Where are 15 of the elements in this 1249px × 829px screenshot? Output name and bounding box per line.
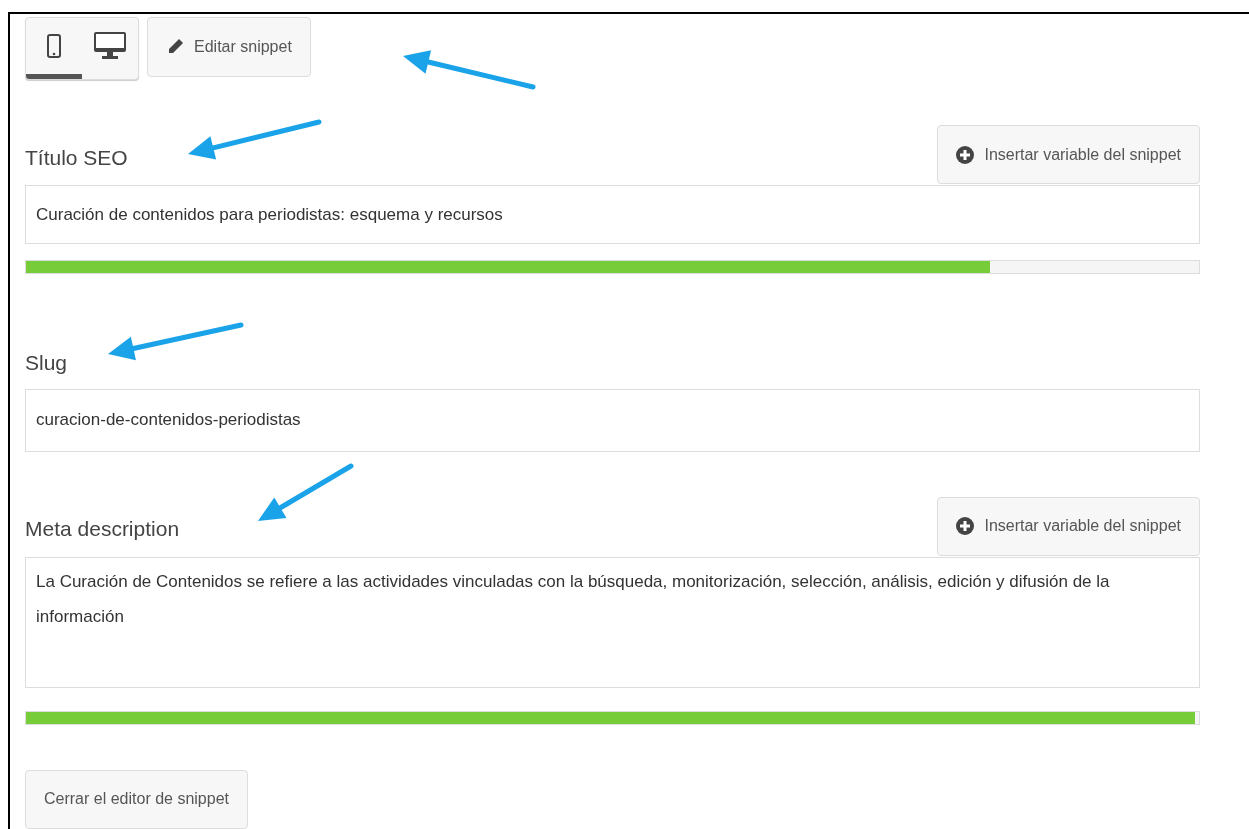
text-input-field[interactable]: curacion-de-contenidos-periodistas <box>25 388 1200 452</box>
field-label: Slug <box>25 350 68 376</box>
pencil-icon <box>166 38 184 56</box>
close-editor-button[interactable]: Cerrar el editor de snippet <box>25 769 248 829</box>
insert-variable-button[interactable]: Insertar variable del snippet <box>937 496 1200 556</box>
meta-description-field[interactable]: La Curación de Contenidos se refiere a las actividades vinculadas con la búsqueda, monitorización, selección, análisis, edición y difusión de la información <box>25 556 1200 688</box>
edit-snippet-button[interactable]: Editar snippet <box>147 17 311 77</box>
field-label: Meta description <box>25 516 180 542</box>
plus-circle-icon <box>956 145 975 164</box>
mobile-phone-icon <box>47 34 61 58</box>
text-input-field[interactable]: Curación de contenidos para periodistas: esquema y recursos <box>25 185 1200 244</box>
plus-circle-icon <box>956 517 975 535</box>
desktop-monitor-icon <box>94 32 126 60</box>
field-label: Título SEO <box>25 144 128 171</box>
insert-variable-button[interactable]: Insertar variable del snippet <box>937 125 1200 184</box>
